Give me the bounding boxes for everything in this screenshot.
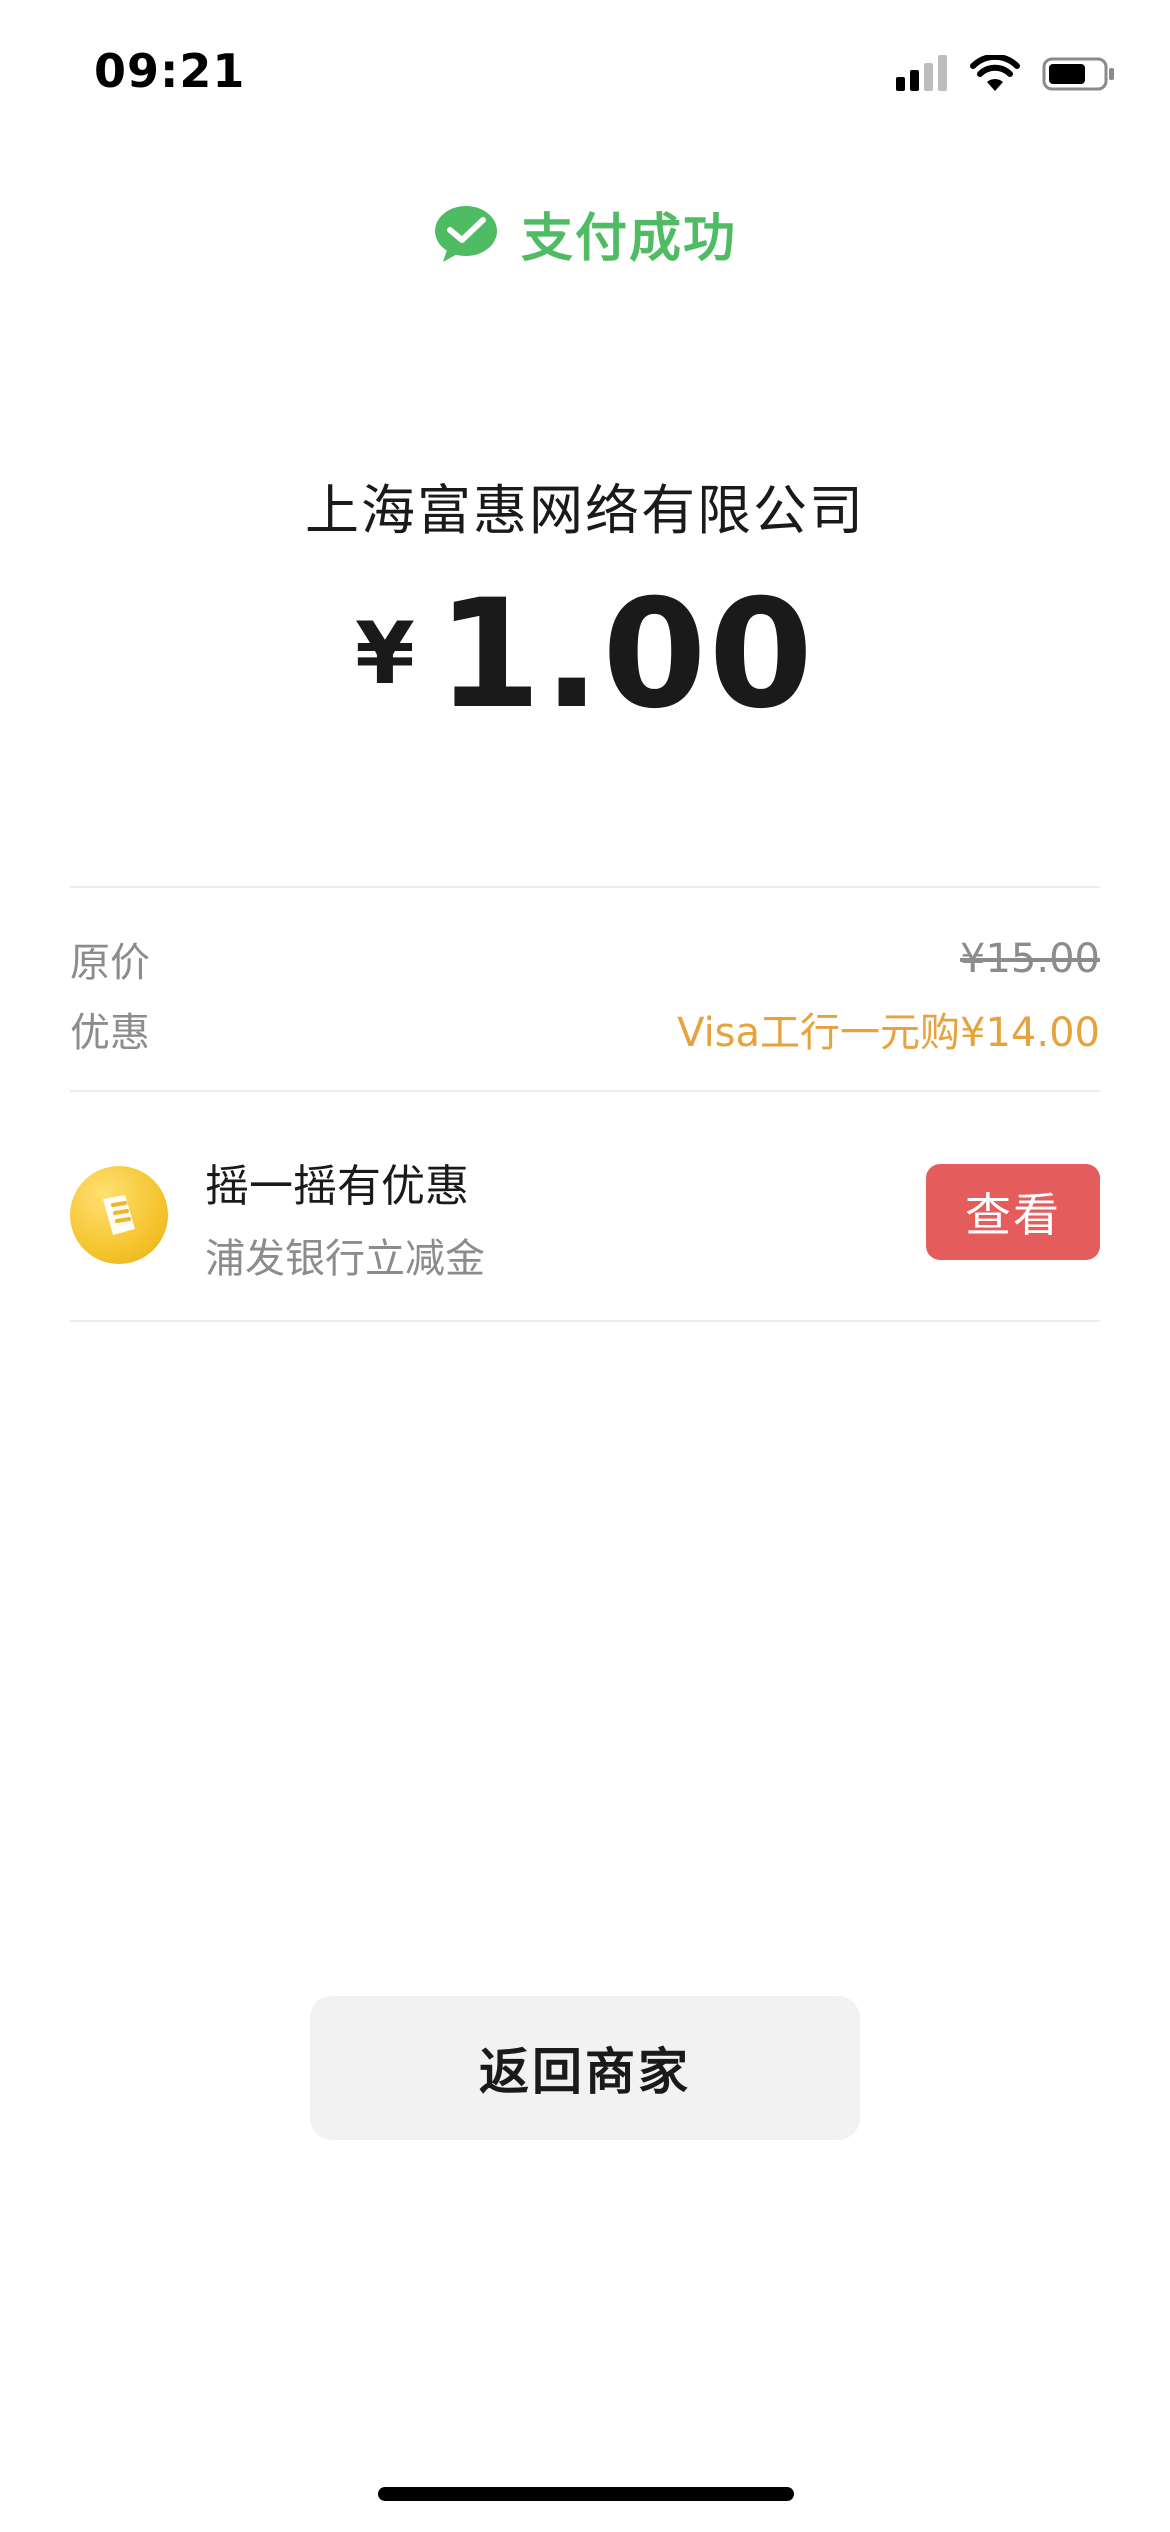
original-price-label: 原价	[70, 940, 150, 986]
view-button[interactable]: 查看	[926, 1164, 1100, 1260]
divider	[70, 886, 1100, 888]
original-price-row: 原价 ¥15.00	[70, 930, 1100, 988]
discount-row: 优惠 Visa工行一元购¥14.00	[70, 1000, 1100, 1058]
home-indicator[interactable]	[378, 2487, 794, 2501]
status-time: 09:21	[94, 44, 246, 98]
amount-value: 1.00	[436, 568, 815, 742]
payment-success-title: 支付成功	[520, 209, 737, 269]
promo-title: 摇一摇有优惠	[205, 1161, 469, 1212]
shake-promo-row[interactable]: 摇一摇有优惠 浦发银行立减金 查看	[70, 1150, 1100, 1300]
status-bar: 09:21	[0, 0, 1170, 150]
signal-icon	[896, 55, 947, 91]
currency-symbol: ¥	[355, 604, 415, 704]
wechat-pay-check-icon	[434, 205, 497, 262]
discount-value: Visa工行一元购¥14.00	[677, 1010, 1100, 1056]
merchant-name: 上海富惠网络有限公司	[305, 479, 865, 542]
status-icons	[896, 54, 1116, 94]
discount-label: 优惠	[70, 1010, 150, 1056]
back-to-merchant-button[interactable]: 返回商家	[310, 1996, 860, 2140]
divider	[70, 1320, 1100, 1322]
battery-icon	[1042, 57, 1114, 91]
payment-success-header: 支付成功	[0, 196, 1170, 271]
payment-amount: ¥ 1.00	[0, 580, 1170, 730]
shake-coupon-icon	[70, 1166, 168, 1264]
wifi-icon	[970, 55, 1020, 91]
coupon-icon	[103, 1195, 135, 1235]
original-price-value: ¥15.00	[960, 936, 1100, 982]
divider	[70, 1090, 1100, 1092]
promo-subtitle: 浦发银行立减金	[205, 1236, 485, 1282]
